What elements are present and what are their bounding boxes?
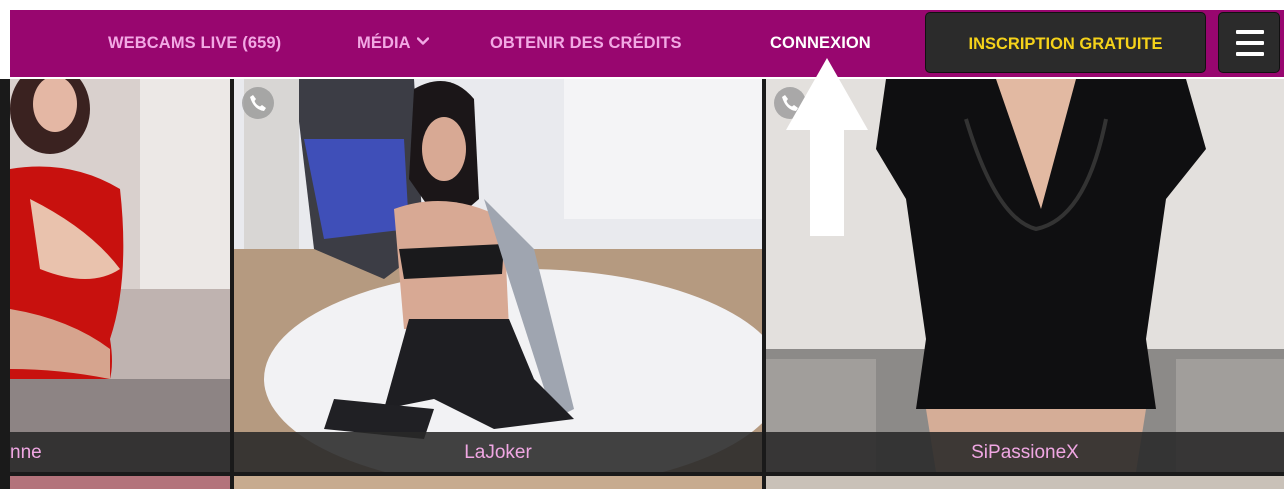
chevron-down-icon bbox=[416, 37, 429, 45]
performer-grid: nne LaJoker SiPassioneX bbox=[10, 79, 1284, 489]
hamburger-menu-button[interactable] bbox=[1218, 12, 1280, 73]
performer-card[interactable] bbox=[234, 476, 762, 489]
performer-caption: LaJoker bbox=[234, 432, 762, 472]
nav-media-label: MÉDIA bbox=[357, 34, 411, 52]
phone-icon bbox=[242, 87, 274, 119]
nav-webcams-live[interactable]: WEBCAMS LIVE (659) bbox=[108, 34, 281, 58]
up-arrow-annotation bbox=[786, 58, 868, 236]
signup-button-label: INSCRIPTION GRATUITE bbox=[968, 35, 1163, 53]
performer-caption: nne bbox=[10, 432, 230, 472]
performer-card[interactable] bbox=[10, 476, 230, 489]
performer-name: SiPassioneX bbox=[971, 442, 1079, 463]
performer-card[interactable]: LaJoker bbox=[234, 79, 762, 472]
main-nav: WEBCAMS LIVE (659) MÉDIA OBTENIR DES CRÉ… bbox=[10, 10, 1284, 77]
performer-name: nne bbox=[10, 442, 42, 463]
performer-thumbnail bbox=[234, 79, 762, 472]
performer-caption: SiPassioneX bbox=[766, 432, 1284, 472]
performer-thumbnail bbox=[234, 476, 762, 489]
performer-thumbnail bbox=[766, 476, 1284, 489]
nav-media[interactable]: MÉDIA bbox=[357, 34, 429, 58]
signup-button[interactable]: INSCRIPTION GRATUITE bbox=[925, 12, 1206, 73]
performer-card[interactable]: nne bbox=[10, 79, 230, 472]
nav-get-credits[interactable]: OBTENIR DES CRÉDITS bbox=[490, 34, 682, 58]
performer-thumbnail bbox=[10, 476, 230, 489]
performer-name: LaJoker bbox=[464, 442, 532, 463]
performer-card[interactable] bbox=[766, 476, 1284, 489]
nav-login[interactable]: CONNEXION bbox=[770, 34, 871, 58]
performer-thumbnail bbox=[10, 79, 230, 472]
top-bar: WEBCAMS LIVE (659) MÉDIA OBTENIR DES CRÉ… bbox=[0, 0, 1284, 79]
